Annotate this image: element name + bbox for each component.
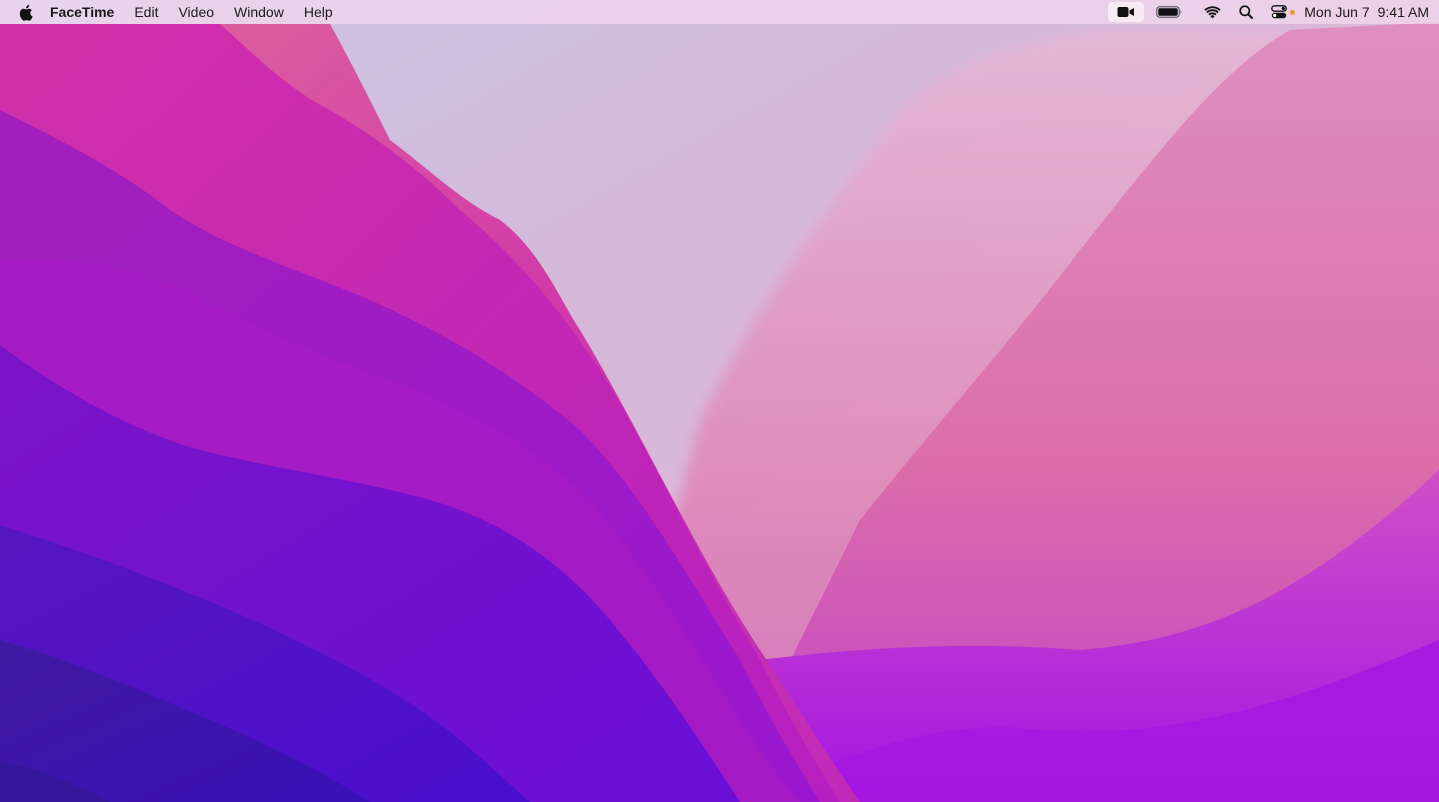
menu-bar-left: FaceTime Edit Video Window Help xyxy=(14,0,343,24)
spotlight-search-icon[interactable] xyxy=(1230,0,1262,24)
menu-window[interactable]: Window xyxy=(224,0,294,24)
wifi-icon[interactable] xyxy=(1195,0,1230,24)
clock-date: Mon Jun 7 xyxy=(1304,4,1370,20)
menu-bar: FaceTime Edit Video Window Help Mon Jun … xyxy=(0,0,1439,24)
camera-in-use-indicator xyxy=(1290,9,1296,15)
menu-bar-clock[interactable]: Mon Jun 7 9:41 AM xyxy=(1301,0,1429,24)
apple-logo-icon[interactable] xyxy=(14,0,36,24)
wallpaper xyxy=(0,0,1439,802)
menu-help[interactable]: Help xyxy=(294,0,343,24)
desktop[interactable]: FaceTime Edit Video Window Help Mon Jun … xyxy=(0,0,1439,802)
video-camera-icon[interactable] xyxy=(1108,2,1145,22)
menu-video[interactable]: Video xyxy=(168,0,224,24)
menu-app-name[interactable]: FaceTime xyxy=(40,0,124,24)
menu-bar-right: Mon Jun 7 9:41 AM xyxy=(1108,0,1429,24)
control-center-icon[interactable] xyxy=(1262,0,1301,24)
menu-edit[interactable]: Edit xyxy=(124,0,168,24)
clock-time: 9:41 AM xyxy=(1377,4,1429,20)
battery-icon[interactable] xyxy=(1144,0,1195,24)
